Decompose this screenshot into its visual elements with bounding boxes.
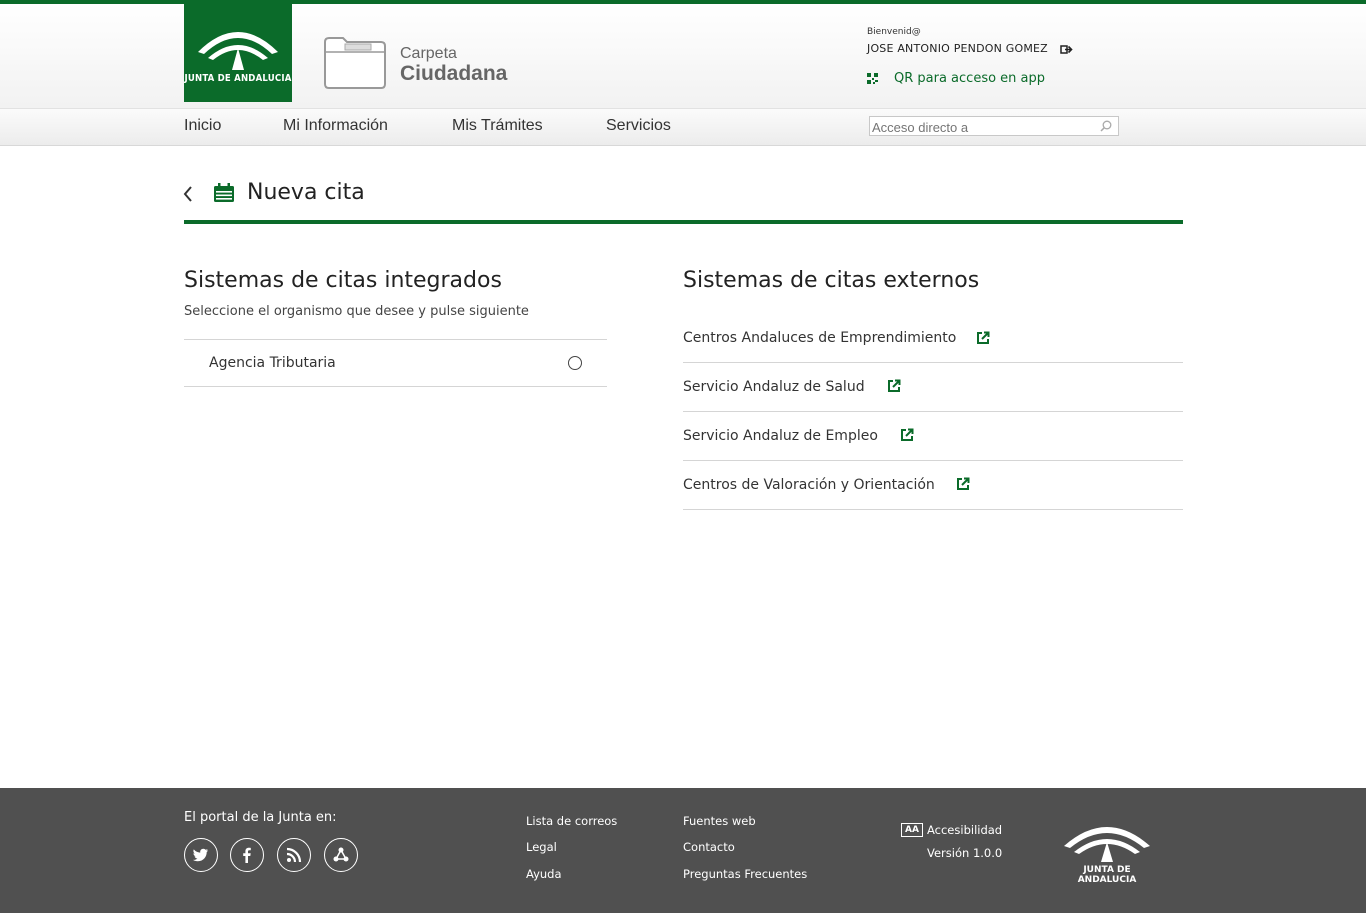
footer-logo-text: JUNTA DE ANDALUCIA	[1077, 865, 1137, 885]
external-link-icon	[888, 379, 901, 392]
external-link-label: Centros Andaluces de Emprendimiento	[683, 330, 957, 346]
external-link-item[interactable]: Centros Andaluces de Emprendimiento	[683, 314, 1183, 363]
accessibility-icon: AA	[901, 823, 923, 837]
welcome-text: Bienvenid@	[867, 27, 921, 37]
org-option-agencia-tributaria[interactable]: Agencia Tributaria	[184, 339, 607, 387]
logo-text: JUNTA DE ANDALUCIA	[184, 73, 292, 84]
integrated-subtitle: Seleccione el organismo que desee y puls…	[184, 304, 529, 319]
external-link-label: Servicio Andaluz de Empleo	[683, 428, 878, 444]
junta-footer-logo-icon	[1064, 827, 1150, 862]
rss-icon	[286, 847, 302, 863]
junta-logo[interactable]: JUNTA DE ANDALUCIA	[184, 4, 292, 102]
nav-item-inicio[interactable]: Inicio	[184, 117, 221, 135]
qr-app-access-link[interactable]: QR para acceso en app	[894, 71, 1045, 86]
share-network-icon	[333, 847, 349, 862]
page-title: Nueva cita	[247, 180, 365, 205]
folder-icon	[324, 37, 386, 89]
external-link-item[interactable]: Servicio Andaluz de Salud	[683, 363, 1183, 412]
footer-link-fuentes-web[interactable]: Fuentes web	[683, 814, 756, 828]
quick-access-search	[869, 116, 1119, 137]
external-link-label: Servicio Andaluz de Salud	[683, 379, 865, 395]
main-nav: Inicio Mi Información Mis Trámites Servi…	[0, 108, 1366, 146]
search-icon[interactable]	[1100, 120, 1112, 132]
external-link-label: Centros de Valoración y Orientación	[683, 477, 935, 493]
external-link-item[interactable]: Centros de Valoración y Orientación	[683, 461, 1183, 510]
external-link-item[interactable]: Servicio Andaluz de Empleo	[683, 412, 1183, 461]
footer-link-preguntas-frecuentes[interactable]: Preguntas Frecuentes	[683, 867, 807, 881]
external-link-icon	[901, 428, 914, 441]
facebook-link[interactable]	[230, 838, 264, 872]
search-input[interactable]	[870, 118, 1092, 137]
external-links-list: Centros Andaluces de Emprendimiento Serv…	[683, 314, 1183, 510]
external-link-icon	[977, 331, 990, 344]
twitter-link[interactable]	[184, 838, 218, 872]
twitter-icon	[193, 848, 208, 862]
title-divider	[184, 220, 1183, 224]
app-title-line1: Carpeta	[400, 45, 457, 62]
footer-version: Versión 1.0.0	[927, 846, 1003, 860]
footer: El portal de la Junta en: Lista de corre…	[0, 788, 1366, 913]
nav-item-mis-tramites[interactable]: Mis Trámites	[452, 117, 543, 135]
footer-link-ayuda[interactable]: Ayuda	[526, 867, 562, 881]
logout-icon[interactable]	[1060, 44, 1073, 55]
footer-link-accesibilidad[interactable]: Accesibilidad	[927, 823, 1002, 837]
junta-arch-icon	[198, 32, 278, 70]
footer-link-contacto[interactable]: Contacto	[683, 840, 735, 854]
nav-item-servicios[interactable]: Servicios	[606, 117, 671, 135]
nav-item-mi-informacion[interactable]: Mi Información	[283, 117, 388, 135]
footer-portal-label: El portal de la Junta en:	[184, 810, 337, 825]
org-option-label: Agencia Tributaria	[209, 355, 336, 371]
back-chevron-icon[interactable]	[182, 185, 194, 203]
external-link-icon	[957, 477, 970, 490]
rss-link[interactable]	[277, 838, 311, 872]
share-network-link[interactable]	[324, 838, 358, 872]
org-radio[interactable]	[568, 356, 582, 370]
facebook-icon	[243, 847, 251, 863]
footer-link-lista-de-correos[interactable]: Lista de correos	[526, 814, 617, 828]
app-title-line2: Ciudadana	[400, 62, 508, 85]
user-name: JOSE ANTONIO PENDON GOMEZ	[867, 42, 1048, 55]
integrated-heading: Sistemas de citas integrados	[184, 268, 502, 293]
calendar-icon	[214, 183, 234, 202]
footer-link-legal[interactable]: Legal	[526, 840, 557, 854]
qr-code-icon	[867, 73, 878, 84]
header: JUNTA DE ANDALUCIA Carpeta Ciudadana Bie…	[0, 4, 1366, 108]
external-heading: Sistemas de citas externos	[683, 268, 980, 293]
